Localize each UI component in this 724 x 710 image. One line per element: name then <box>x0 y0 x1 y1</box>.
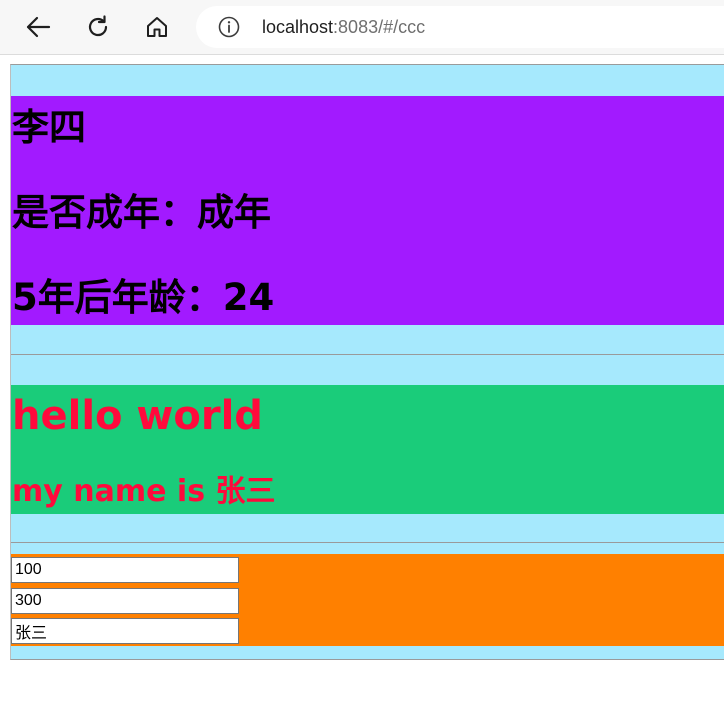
back-arrow-icon <box>26 16 51 38</box>
home-button[interactable] <box>137 8 177 46</box>
app-container: 李四 是否成年：成年 5年后年龄：24 hello world my name … <box>10 64 724 660</box>
reload-button[interactable] <box>78 8 118 46</box>
url-host: localhost <box>262 17 334 37</box>
greeting-subtitle: my name is 张三 <box>12 474 276 509</box>
reload-icon <box>88 15 108 37</box>
number-input-1[interactable] <box>11 557 239 583</box>
person-name: 李四 <box>12 106 86 149</box>
back-button[interactable] <box>18 8 58 46</box>
browser-toolbar: localhost:8083/#/ccc <box>0 0 724 55</box>
person-panel: 李四 是否成年：成年 5年后年龄：24 <box>11 96 724 325</box>
inputs-panel <box>11 554 724 646</box>
divider <box>11 542 724 543</box>
url-path: :8083/#/ccc <box>333 17 426 37</box>
divider <box>11 354 724 355</box>
adult-status: 是否成年：成年 <box>12 191 271 234</box>
name-input[interactable] <box>11 618 239 644</box>
home-icon <box>147 17 167 37</box>
address-bar[interactable]: localhost:8083/#/ccc <box>196 6 724 48</box>
greeting-panel: hello world my name is 张三 <box>11 385 724 514</box>
age-in-five-years: 5年后年龄：24 <box>12 276 275 319</box>
url-text[interactable]: localhost:8083/#/ccc <box>262 16 425 38</box>
number-input-2[interactable] <box>11 588 239 614</box>
greeting-title: hello world <box>12 393 263 439</box>
info-icon[interactable] <box>218 16 240 38</box>
